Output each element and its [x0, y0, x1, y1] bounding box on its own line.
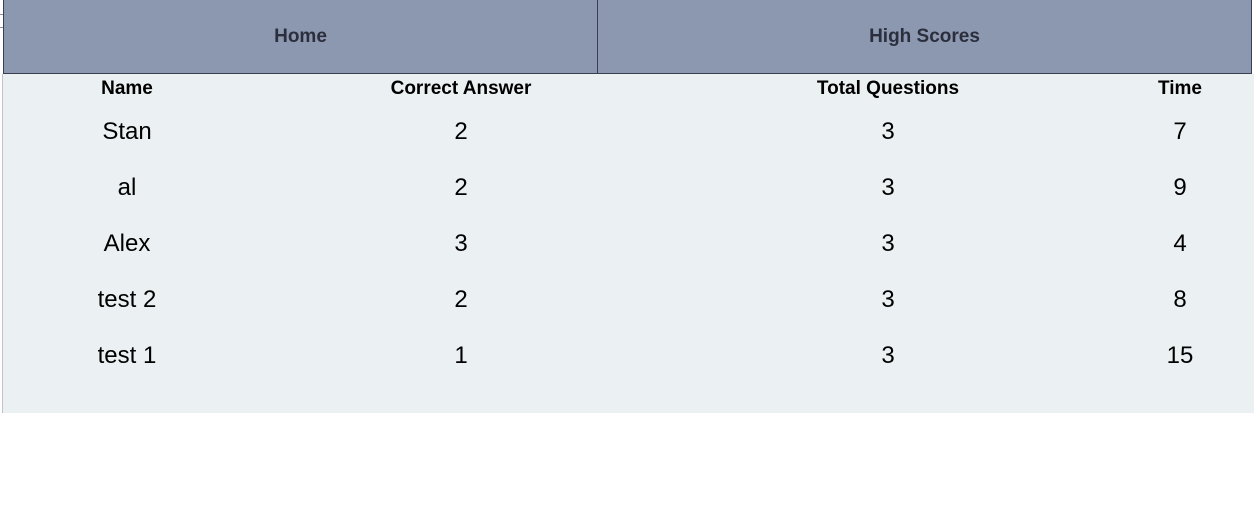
cell-total-questions: 3 [881, 286, 895, 313]
cell-total-questions: 3 [881, 118, 895, 145]
cell-time: 9 [1173, 174, 1187, 201]
cell-name: test 1 [97, 342, 157, 369]
cell-correct-answer: 3 [454, 230, 468, 257]
table-row: Alex 3 3 4 [3, 216, 1254, 272]
nav-high-scores-link[interactable]: High Scores [598, 0, 1251, 73]
cell-name: al [117, 174, 137, 201]
column-header-total-questions: Total Questions [816, 78, 960, 99]
cell-time: 8 [1173, 286, 1187, 313]
column-header-correct-answer: Correct Answer [390, 78, 532, 99]
cell-correct-answer: 2 [454, 174, 468, 201]
cell-correct-answer: 2 [454, 286, 468, 313]
table-row: test 1 1 3 15 [3, 328, 1254, 384]
cell-correct-answer: 1 [454, 342, 468, 369]
cell-total-questions: 3 [881, 342, 895, 369]
high-scores-panel: Name Correct Answer Total Questions Time… [2, 74, 1254, 413]
table-row: test 2 2 3 8 [3, 272, 1254, 328]
cell-time: 15 [1166, 342, 1194, 369]
cell-correct-answer: 2 [454, 118, 468, 145]
cell-total-questions: 3 [881, 174, 895, 201]
table-row: al 2 3 9 [3, 160, 1254, 216]
column-header-name: Name [101, 78, 153, 99]
column-header-time: Time [1157, 78, 1202, 99]
cell-time: 4 [1173, 230, 1187, 257]
cell-total-questions: 3 [881, 230, 895, 257]
table-header-row: Name Correct Answer Total Questions Time [3, 74, 1254, 104]
cell-name: Stan [102, 118, 152, 145]
cell-name: Alex [103, 230, 151, 257]
nav-home-link[interactable]: Home [4, 0, 598, 73]
table-row: Stan 2 3 7 [3, 104, 1254, 160]
app-root: Home High Scores Name Correct Answer Tot… [0, 0, 1254, 525]
high-scores-table: Name Correct Answer Total Questions Time… [3, 74, 1254, 384]
cell-time: 7 [1173, 118, 1187, 145]
top-nav: Home High Scores [3, 0, 1252, 74]
cell-name: test 2 [97, 286, 157, 313]
